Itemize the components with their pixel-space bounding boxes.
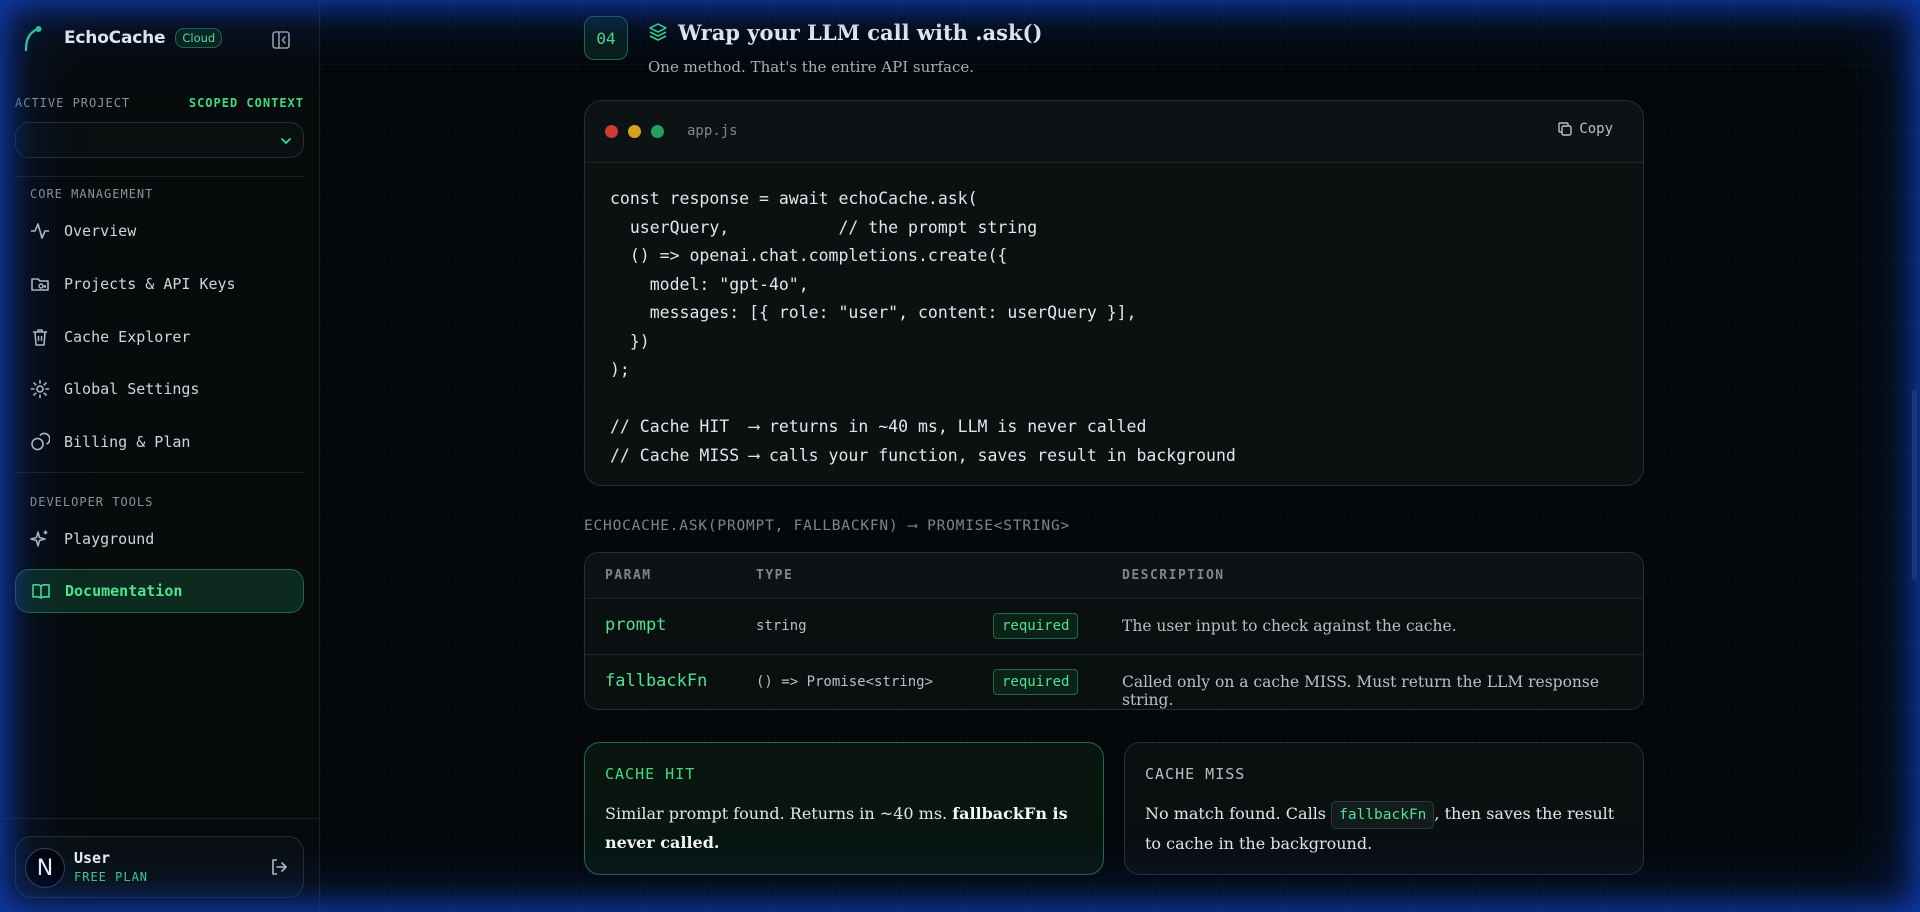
sparkles-icon — [29, 528, 51, 550]
gear-icon — [29, 378, 51, 400]
sidebar-item-projects[interactable]: Projects & API Keys — [15, 262, 304, 306]
code-line: userQuery, // the prompt string — [610, 217, 1038, 237]
sidebar-item-overview[interactable]: Overview — [15, 209, 304, 253]
param-description: Called only on a cache MISS. Must return… — [1122, 673, 1600, 709]
sidebar-collapse-icon[interactable] — [271, 30, 291, 50]
param-type: string — [756, 618, 807, 634]
inline-code: fallbackFn — [1331, 801, 1435, 829]
code-content: const response = await echoCache.ask( us… — [610, 185, 1236, 470]
sidebar-item-label: Documentation — [65, 582, 183, 600]
cache-hit-card: CACHE HIT Similar prompt found. Returns … — [584, 742, 1104, 875]
code-line: // Cache MISS ⟶ calls your function, sav… — [610, 445, 1236, 465]
code-line: ); — [610, 360, 630, 379]
step-title: Wrap your LLM call with .ask() — [678, 20, 1043, 45]
sidebar-item-playground[interactable]: Playground — [15, 517, 304, 561]
sidebar-item-label: Projects & API Keys — [64, 275, 236, 293]
sidebar-divider — [15, 472, 304, 473]
cache-miss-text: No match found. Calls fallbackFn, then s… — [1145, 799, 1615, 858]
param-description: The user input to check against the cach… — [1122, 617, 1457, 635]
main-content: 04 Wrap your LLM call with .ask() One me… — [320, 0, 1920, 912]
brand-name: EchoCache — [64, 28, 166, 48]
book-open-icon — [30, 580, 52, 602]
code-line: const response = await echoCache.ask( — [610, 189, 978, 208]
window-dot-green — [651, 125, 664, 138]
sidebar-item-label: Cache Explorer — [64, 328, 191, 346]
required-badge: required — [993, 613, 1079, 639]
code-line: // Cache HIT ⟶ returns in ~40 ms, LLM is… — [610, 417, 1147, 436]
required-badge: required — [993, 669, 1079, 695]
brand[interactable]: EchoCache Cloud — [22, 24, 223, 52]
sidebar-item-global-settings[interactable]: Global Settings — [15, 367, 304, 411]
sidebar-item-label: Billing & Plan — [64, 433, 191, 451]
sidebar: EchoCache Cloud ACTIVE PROJECT SCOPED CO… — [0, 0, 320, 912]
cache-miss-description: No match found. Calls — [1145, 804, 1332, 823]
sidebar-divider — [0, 818, 320, 819]
copy-button[interactable]: Copy — [1557, 121, 1613, 137]
activity-icon — [29, 220, 51, 242]
scoped-context-label: SCOPED CONTEXT — [188, 96, 304, 110]
avatar: N — [25, 848, 65, 888]
cache-hit-description: Similar prompt found. Returns in ~40 ms. — [605, 804, 953, 823]
coins-icon — [29, 431, 51, 453]
table-row: prompt string required The user input to… — [585, 599, 1643, 655]
code-line: }) — [610, 331, 650, 351]
user-plan: FREE PLAN — [74, 870, 149, 884]
brand-badge: Cloud — [175, 28, 223, 48]
sidebar-item-label: Global Settings — [64, 380, 200, 398]
sidebar-item-label: Overview — [64, 222, 137, 240]
core-management-label: CORE MANAGEMENT — [30, 187, 154, 201]
copy-icon — [1558, 122, 1572, 136]
layers-icon — [649, 23, 667, 41]
param-name: prompt — [605, 615, 667, 635]
folder-key-icon — [29, 273, 51, 295]
code-line: model: "gpt-4o", — [610, 274, 809, 294]
column-header: TYPE — [756, 568, 794, 583]
params-table: PARAM TYPE DESCRIPTION prompt string req… — [584, 552, 1644, 710]
method-signature: ECHOCACHE.ASK(PROMPT, FALLBACKFN) ⟶ PROM… — [584, 518, 1071, 534]
project-select[interactable] — [15, 122, 304, 158]
window-dot-red — [605, 125, 618, 138]
sidebar-item-documentation[interactable]: Documentation — [15, 569, 304, 613]
user-card[interactable]: N User FREE PLAN — [15, 836, 304, 898]
cache-miss-title: CACHE MISS — [1145, 765, 1246, 783]
user-name: User — [74, 849, 111, 867]
brand-logo-icon — [24, 26, 42, 52]
code-line: messages: [{ role: "user", content: user… — [610, 303, 1137, 322]
step-number-badge: 04 — [584, 16, 628, 60]
column-header: DESCRIPTION — [1122, 568, 1225, 583]
code-block-header: app.js Copy — [585, 101, 1643, 163]
param-name: fallbackFn — [605, 671, 708, 691]
cache-hit-title: CACHE HIT — [605, 765, 696, 783]
sidebar-divider — [15, 176, 304, 177]
copy-label: Copy — [1579, 121, 1613, 137]
cache-miss-card: CACHE MISS No match found. Calls fallbac… — [1124, 742, 1644, 875]
table-row: fallbackFn () => Promise<string> require… — [585, 655, 1643, 709]
table-header: PARAM TYPE DESCRIPTION — [585, 553, 1643, 599]
window-dot-yellow — [628, 125, 641, 138]
chevron-down-icon — [281, 138, 291, 145]
code-line: () => openai.chat.completions.create({ — [610, 246, 1008, 265]
sidebar-item-billing[interactable]: Billing & Plan — [15, 420, 304, 464]
trash-icon — [29, 326, 51, 348]
step-subtitle: One method. That's the entire API surfac… — [648, 58, 974, 76]
cache-hit-text: Similar prompt found. Returns in ~40 ms.… — [605, 799, 1075, 857]
code-block: app.js Copy const response = await echoC… — [584, 100, 1644, 486]
developer-tools-label: DEVELOPER TOOLS — [30, 495, 154, 509]
code-filename: app.js — [687, 123, 738, 139]
column-header: PARAM — [605, 568, 652, 583]
scrollbar-thumb[interactable] — [1912, 390, 1917, 580]
sidebar-item-cache-explorer[interactable]: Cache Explorer — [15, 315, 304, 359]
sidebar-item-label: Playground — [64, 530, 155, 548]
active-project-label: ACTIVE PROJECT — [15, 96, 131, 110]
param-type: () => Promise<string> — [756, 674, 934, 690]
logout-icon[interactable] — [269, 857, 289, 877]
